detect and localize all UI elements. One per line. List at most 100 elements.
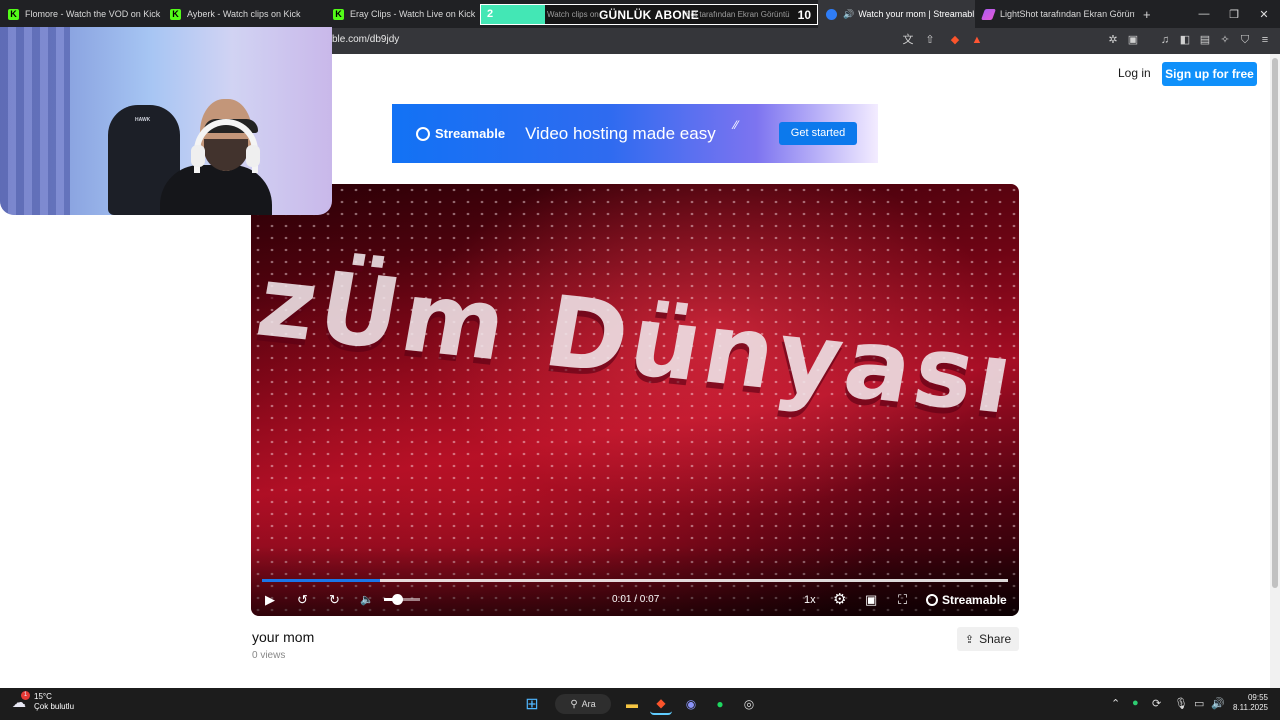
player-brand[interactable]: Streamable — [926, 593, 1007, 607]
weather-condition: Çok bulutlu — [34, 702, 75, 711]
tab-ayberk[interactable]: K Ayberk - Watch clips on Kick — [162, 0, 325, 28]
picture-in-picture-icon[interactable]: ▣ — [865, 591, 877, 609]
login-link[interactable]: Log in — [1118, 66, 1151, 80]
tab-streamable[interactable]: 🔊 Watch your mom | Streamabl ✕ — [818, 0, 975, 28]
subscriber-goal-label: GÜNLÜK ABONE — [599, 7, 699, 22]
search-icon: ⚲ — [570, 698, 578, 710]
taskbar-search[interactable]: ⚲ Ara — [555, 694, 611, 714]
close-window-button[interactable]: ✕ — [1248, 0, 1280, 28]
tab-label: Watch your mom | Streamabl — [858, 9, 975, 19]
leo-ai-icon[interactable]: ✧ — [1218, 33, 1232, 47]
headset-earcup — [191, 145, 205, 167]
streamable-icon — [826, 8, 837, 20]
video-player[interactable]: zÜm Dünyası ▶ ↺ ↻ 🔈 0:01 / 0:07 1x ⚙ ▣ ⛶… — [251, 184, 1019, 616]
video-progress-fill — [262, 579, 380, 582]
new-tab-button[interactable]: + — [1135, 0, 1165, 28]
rewind-icon[interactable]: ↺ — [297, 591, 308, 609]
page-scrollbar[interactable] — [1270, 54, 1280, 688]
tab-label: Flomore - Watch the VOD on Kick — [25, 9, 161, 19]
streamable-logo-icon — [416, 126, 430, 141]
minimize-button[interactable]: — — [1188, 0, 1220, 28]
kick-icon: K — [170, 8, 181, 20]
brave-rewards-icon[interactable]: ▲ — [970, 33, 984, 47]
play-button[interactable]: ▶ — [265, 591, 275, 609]
sidebar-icon[interactable]: ◧ — [1178, 33, 1192, 47]
chevron-up-icon[interactable]: ⌃ — [1111, 697, 1120, 710]
microphone-icon[interactable]: 🎙 — [1174, 697, 1188, 710]
wallet-icon[interactable]: ▤ — [1198, 33, 1212, 47]
signup-button[interactable]: Sign up for free — [1162, 62, 1257, 86]
tab-lightshot[interactable]: LightShot tarafından Ekran Görüntü — [975, 0, 1135, 28]
speed-button[interactable]: 1x — [804, 591, 816, 609]
file-explorer-icon[interactable]: ▬ — [621, 693, 643, 715]
windows-start-icon[interactable]: ⊞ — [521, 693, 543, 715]
weather-temp: 15°C — [34, 692, 52, 701]
windows-taskbar: ☁ 1 15°C Çok bulutlu ⊞ ⚲ Ara ▬ ◆ ◉ ● ◎ ⌃ … — [0, 688, 1280, 720]
restore-icon: ❐ — [1229, 8, 1239, 21]
spotify-icon[interactable]: ● — [709, 693, 731, 715]
share-label: Share — [979, 632, 1012, 646]
tab-eray-clips[interactable]: K Eray Clips - Watch Live on Kick — [325, 0, 480, 28]
video-title: your mom — [252, 629, 315, 645]
volume-icon[interactable]: 🔈 — [360, 591, 374, 609]
volume-knob[interactable] — [391, 594, 403, 605]
discord-icon[interactable]: ◉ — [680, 693, 702, 715]
menu-icon[interactable]: ≡ — [1258, 33, 1272, 47]
minimize-icon: — — [1198, 8, 1210, 20]
kick-icon: K — [333, 8, 344, 20]
browser-tab-bar: K Flomore - Watch the VOD on Kick K Aybe… — [0, 0, 1280, 28]
curtain — [0, 27, 70, 215]
share-page-icon[interactable]: ⇧ — [923, 33, 937, 47]
fullscreen-icon[interactable]: ⛶ — [898, 591, 907, 609]
volume-slider[interactable] — [384, 594, 420, 605]
volume-tray-icon[interactable]: 🔊 — [1211, 697, 1225, 710]
chair-logo: HAWK — [135, 117, 151, 123]
forward-icon[interactable]: ↻ — [329, 591, 340, 609]
plus-icon: + — [1143, 6, 1151, 22]
widget-underlay-text: Watch clips on — [547, 10, 599, 19]
sync-icon[interactable]: ⟳ — [1152, 697, 1161, 710]
brave-browser-icon[interactable]: ◆ — [650, 693, 672, 715]
sparkle-icon: ⁄⁄ — [734, 118, 739, 132]
obs-icon[interactable]: ◎ — [738, 693, 760, 715]
display-icon[interactable]: ▭ — [1194, 697, 1204, 710]
banner-brand: Streamable — [435, 126, 506, 141]
share-button[interactable]: ⇪ Share — [957, 627, 1019, 651]
share-icon: ⇪ — [964, 633, 975, 646]
tab-label: LightShot tarafından Ekran Görüntü — [1000, 9, 1135, 19]
view-count: 0 views — [252, 650, 286, 661]
clock-time: 09:55 — [1247, 693, 1268, 702]
taskbar-clock[interactable]: 09:55 8.11.2025 — [1230, 693, 1268, 713]
url-field[interactable]: ble.com/db9jdy — [332, 34, 399, 45]
media-icon[interactable]: ♫ — [1158, 33, 1172, 47]
streamable-logo: Streamable — [416, 126, 505, 141]
translate-icon[interactable]: 文 — [901, 33, 915, 47]
status-dot-icon[interactable]: ● — [1132, 697, 1139, 709]
player-brand-label: Streamable — [942, 593, 1007, 607]
promo-banner[interactable]: Streamable Video hosting made easy ⁄⁄ Ge… — [392, 104, 878, 163]
banner-tagline: Video hosting made easy — [525, 123, 716, 143]
video-progress-bar[interactable] — [262, 579, 1008, 582]
tab-flomore[interactable]: K Flomore - Watch the VOD on Kick — [0, 0, 162, 28]
weather-widget[interactable]: ☁ 1 15°C Çok bulutlu — [12, 691, 75, 712]
cloud-icon: ☁ 1 — [12, 691, 30, 710]
search-label: Ara — [581, 699, 596, 709]
settings-icon[interactable]: ⚙ — [833, 591, 846, 609]
get-started-button[interactable]: Get started — [779, 122, 857, 145]
tab-label: Eray Clips - Watch Live on Kick — [350, 9, 476, 19]
kick-icon: K — [8, 8, 19, 20]
extensions-icon[interactable]: ✲ — [1106, 33, 1120, 47]
screenshot-icon[interactable]: ▣ — [1126, 33, 1140, 47]
scrollbar-thumb[interactable] — [1272, 58, 1278, 588]
brave-shields-icon[interactable]: ◆ — [948, 33, 962, 47]
weather-badge: 1 — [21, 691, 30, 700]
webcam-overlay: HAWK — [0, 27, 332, 215]
widget-underlay-text: hot tarafından Ekran Görüntü — [686, 10, 790, 19]
time-display: 0:01 / 0:07 — [612, 594, 660, 605]
clock-date: 8.11.2025 — [1233, 703, 1268, 712]
restore-button[interactable]: ❐ — [1218, 0, 1250, 28]
lightshot-icon — [980, 8, 997, 20]
subscriber-count-right: 10 — [797, 7, 811, 22]
vpn-icon[interactable]: ⛉ — [1238, 33, 1252, 47]
headset-earcup — [246, 145, 260, 167]
